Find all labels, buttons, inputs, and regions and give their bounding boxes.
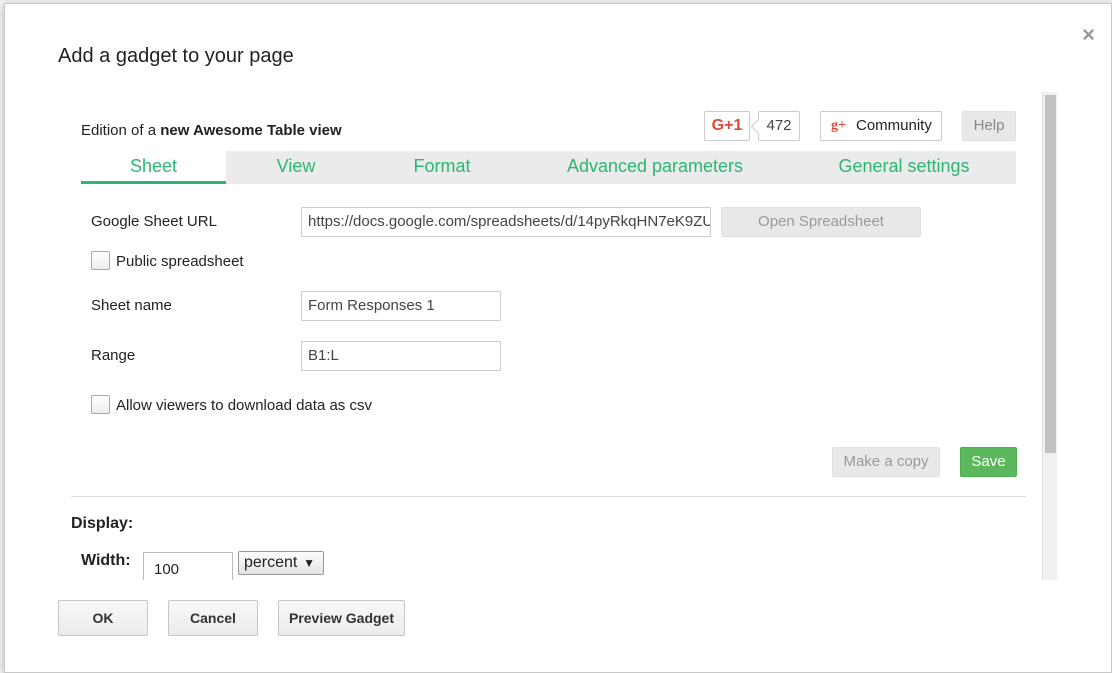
sheet-url-input[interactable]: https://docs.google.com/spreadsheets/d/1…	[301, 207, 711, 237]
width-unit-select[interactable]: percent ▼	[238, 551, 324, 575]
sheet-url-label: Google Sheet URL	[91, 213, 217, 230]
tab-advanced-parameters[interactable]: Advanced parameters	[518, 151, 792, 184]
vertical-scrollbar[interactable]	[1042, 92, 1057, 580]
range-input[interactable]: B1:L	[301, 341, 501, 371]
scrollbar-thumb[interactable]	[1045, 95, 1056, 453]
width-label: Width:	[81, 552, 131, 569]
csv-download-label: Allow viewers to download data as csv	[116, 397, 372, 414]
dropdown-arrow-icon: ▼	[303, 556, 315, 570]
sheet-name-input[interactable]: Form Responses 1	[301, 291, 501, 321]
tab-view[interactable]: View	[226, 151, 366, 184]
tab-format[interactable]: Format	[366, 151, 518, 184]
public-spreadsheet-label: Public spreadsheet	[116, 253, 244, 270]
edition-prefix: Edition of a	[81, 122, 157, 139]
preview-gadget-button[interactable]: Preview Gadget	[278, 600, 405, 636]
csv-download-checkbox[interactable]	[91, 395, 110, 414]
ok-button[interactable]: OK	[58, 600, 148, 636]
tab-bar: Sheet View Format Advanced parameters Ge…	[81, 151, 1016, 184]
make-copy-button[interactable]: Make a copy	[832, 447, 940, 477]
display-section-label: Display:	[71, 515, 134, 532]
community-button[interactable]: g+ Community	[820, 111, 942, 141]
public-spreadsheet-checkbox[interactable]	[91, 251, 110, 270]
gplus-button[interactable]: G+1	[704, 111, 750, 141]
dialog-title: Add a gadget to your page	[58, 45, 294, 67]
sheet-name-label: Sheet name	[91, 297, 172, 314]
add-gadget-dialog: Add a gadget to your page × Edition of a…	[4, 3, 1112, 673]
community-label: Community	[856, 117, 932, 134]
close-icon[interactable]: ×	[1082, 22, 1095, 48]
open-spreadsheet-button[interactable]: Open Spreadsheet	[721, 207, 921, 237]
range-label: Range	[91, 347, 136, 364]
width-input[interactable]: 100	[143, 552, 233, 580]
google-plus-icon: g+	[831, 118, 846, 133]
save-button[interactable]: Save	[960, 447, 1017, 477]
tab-sheet[interactable]: Sheet	[81, 151, 226, 184]
help-button[interactable]: Help	[962, 111, 1016, 141]
gadget-config-frame: Edition of a new Awesome Table view G+1 …	[58, 92, 1057, 580]
edition-title: new Awesome Table view	[160, 122, 342, 139]
edition-heading: Edition of a new Awesome Table view	[81, 122, 342, 139]
width-unit-value: percent	[244, 554, 298, 571]
section-divider	[71, 496, 1026, 497]
tab-general-settings[interactable]: General settings	[792, 151, 1016, 184]
cancel-button[interactable]: Cancel	[168, 600, 258, 636]
gplus-count: 472	[758, 111, 800, 141]
